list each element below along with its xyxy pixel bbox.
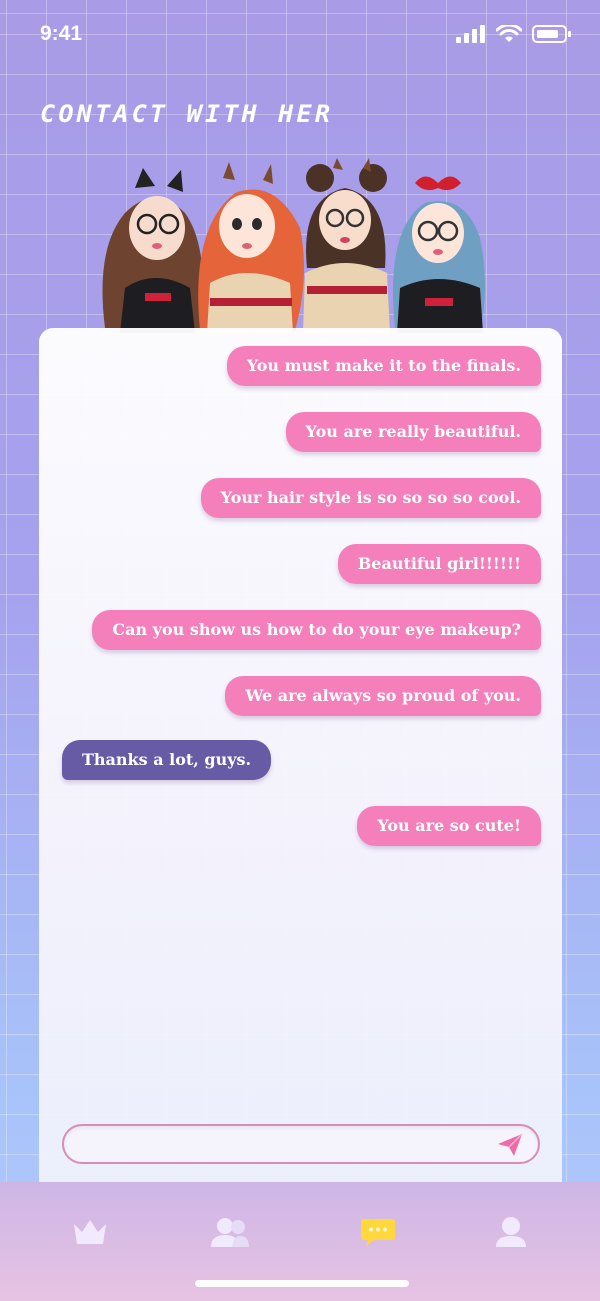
signal-icon	[456, 25, 485, 43]
message-bubble-outgoing: You are really beautiful.	[285, 412, 541, 452]
tab-home[interactable]	[65, 1212, 115, 1252]
message-input[interactable]	[80, 1130, 484, 1160]
message-bubble-outgoing: Your hair style is so so so so cool.	[200, 478, 541, 518]
page-title: CONTACT WITH HER	[40, 100, 334, 128]
battery-icon	[532, 25, 571, 43]
characters-illustration	[102, 158, 485, 333]
message-bubble-outgoing: We are always so proud of you.	[225, 676, 541, 716]
message-composer	[62, 1124, 540, 1164]
friends-icon	[211, 1218, 249, 1247]
chat-card: You must make it to the finals. You are …	[39, 328, 562, 1208]
wifi-icon	[496, 25, 522, 42]
tab-chat[interactable]	[353, 1212, 403, 1252]
tab-friends[interactable]	[205, 1212, 255, 1252]
character-blue-hair	[393, 176, 485, 333]
status-icons	[456, 24, 572, 44]
message-bubble-outgoing: Beautiful girl!!!!!!	[337, 544, 541, 584]
crown-icon	[74, 1220, 106, 1244]
status-time: 9:41	[40, 22, 83, 45]
message-bubble-outgoing: You must make it to the finals.	[226, 346, 541, 386]
character-brown-hair	[102, 168, 203, 333]
chat-icon	[361, 1219, 395, 1246]
status-bar: 9:41	[0, 0, 600, 70]
send-icon[interactable]	[496, 1132, 524, 1158]
tab-profile[interactable]	[486, 1212, 536, 1252]
message-bubble-incoming: Thanks a lot, guys.	[62, 740, 272, 780]
home-indicator	[195, 1280, 409, 1287]
message-bubble-outgoing: You are so cute!	[357, 806, 541, 846]
profile-icon	[496, 1217, 526, 1247]
character-dark-buns	[303, 158, 390, 333]
character-red-hair	[198, 162, 304, 333]
message-bubble-outgoing: Can you show us how to do your eye makeu…	[92, 610, 541, 650]
